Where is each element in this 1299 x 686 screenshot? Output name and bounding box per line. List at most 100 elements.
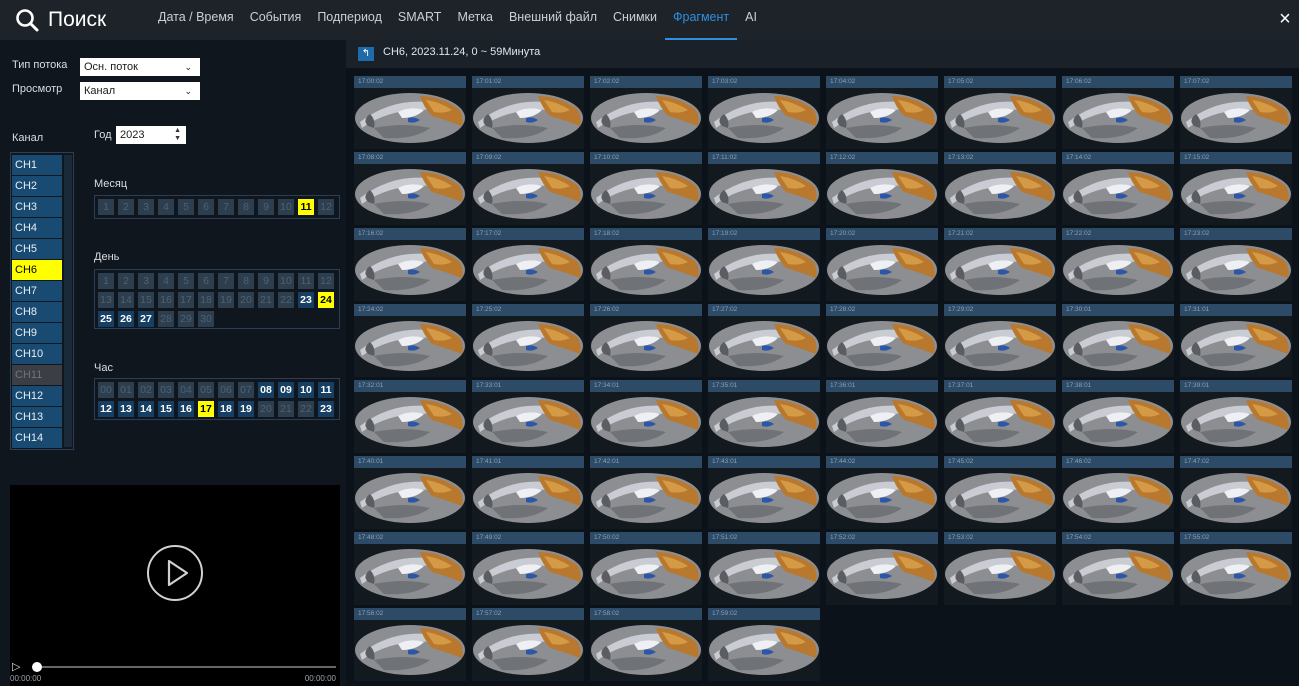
channel-item[interactable]: CH3 xyxy=(12,197,62,217)
channel-item[interactable]: CH9 xyxy=(12,323,62,343)
thumbnail-tile[interactable]: 17:27:02 xyxy=(708,304,820,377)
tab-0[interactable]: Дата / Время xyxy=(150,0,242,40)
hour-cell[interactable]: 11 xyxy=(318,382,334,398)
channel-item[interactable]: CH5 xyxy=(12,239,62,259)
play-small-icon[interactable]: ▷ xyxy=(12,660,20,673)
thumbnail-tile[interactable]: 17:58:02 xyxy=(590,608,702,681)
stream-type-select[interactable]: Осн. поток ⌄ xyxy=(80,58,200,76)
day-cell[interactable]: 23 xyxy=(298,292,314,308)
thumbnail-tile[interactable]: 17:29:02 xyxy=(944,304,1056,377)
thumbnail-tile[interactable]: 17:02:02 xyxy=(590,76,702,149)
thumbnail-tile[interactable]: 17:52:02 xyxy=(826,532,938,605)
tab-8[interactable]: AI xyxy=(737,0,765,40)
day-cell[interactable]: 24 xyxy=(318,292,334,308)
channel-item[interactable]: CH12 xyxy=(12,386,62,406)
thumbnail-tile[interactable]: 17:40:01 xyxy=(354,456,466,529)
thumbnail-tile[interactable]: 17:46:02 xyxy=(1062,456,1174,529)
day-cell[interactable]: 26 xyxy=(118,311,134,327)
channel-item[interactable]: CH1 xyxy=(12,155,62,175)
progress-bar[interactable] xyxy=(32,662,336,672)
spinner-arrows-icon[interactable]: ▲ ▼ xyxy=(174,127,181,143)
day-cell[interactable]: 25 xyxy=(98,311,114,327)
thumbnail-tile[interactable]: 17:05:02 xyxy=(944,76,1056,149)
thumbnail-tile[interactable]: 17:30:01 xyxy=(1062,304,1174,377)
thumbnail-tile[interactable]: 17:01:02 xyxy=(472,76,584,149)
channel-item[interactable]: CH14 xyxy=(12,428,62,448)
channel-item[interactable]: CH10 xyxy=(12,344,62,364)
channel-item[interactable]: CH6 xyxy=(12,260,62,280)
thumbnail-tile[interactable]: 17:19:02 xyxy=(708,228,820,301)
hour-cell[interactable]: 19 xyxy=(238,401,254,417)
thumbnail-tile[interactable]: 17:20:02 xyxy=(826,228,938,301)
thumbnail-tile[interactable]: 17:03:02 xyxy=(708,76,820,149)
thumbnail-tile[interactable]: 17:11:02 xyxy=(708,152,820,225)
close-icon[interactable]: × xyxy=(1275,8,1295,30)
thumbnail-tile[interactable]: 17:59:02 xyxy=(708,608,820,681)
thumbnail-tile[interactable]: 17:44:02 xyxy=(826,456,938,529)
thumbnail-tile[interactable]: 17:47:02 xyxy=(1180,456,1292,529)
hour-cell[interactable]: 13 xyxy=(118,401,134,417)
thumbnail-tile[interactable]: 17:18:02 xyxy=(590,228,702,301)
thumbnail-tile[interactable]: 17:21:02 xyxy=(944,228,1056,301)
thumbnail-tile[interactable]: 17:16:02 xyxy=(354,228,466,301)
thumbnail-tile[interactable]: 17:38:01 xyxy=(1062,380,1174,453)
thumbnail-tile[interactable]: 17:12:02 xyxy=(826,152,938,225)
progress-knob[interactable] xyxy=(32,662,42,672)
thumbnail-tile[interactable]: 17:34:01 xyxy=(590,380,702,453)
thumbnail-tile[interactable]: 17:33:01 xyxy=(472,380,584,453)
hour-cell[interactable]: 14 xyxy=(138,401,154,417)
thumbnail-tile[interactable]: 17:50:02 xyxy=(590,532,702,605)
hour-cell[interactable]: 18 xyxy=(218,401,234,417)
hour-cell[interactable]: 16 xyxy=(178,401,194,417)
thumbnail-tile[interactable]: 17:32:01 xyxy=(354,380,466,453)
thumbnail-tile[interactable]: 17:17:02 xyxy=(472,228,584,301)
tab-6[interactable]: Снимки xyxy=(605,0,665,40)
view-select[interactable]: Канал ⌄ xyxy=(80,82,200,100)
thumbnail-tile[interactable]: 17:45:02 xyxy=(944,456,1056,529)
thumbnail-tile[interactable]: 17:13:02 xyxy=(944,152,1056,225)
thumbnail-tile[interactable]: 17:41:01 xyxy=(472,456,584,529)
thumbnail-tile[interactable]: 17:07:02 xyxy=(1180,76,1292,149)
thumbnail-tile[interactable]: 17:36:01 xyxy=(826,380,938,453)
thumbnail-tile[interactable]: 17:10:02 xyxy=(590,152,702,225)
tab-5[interactable]: Внешний файл xyxy=(501,0,605,40)
hour-cell[interactable]: 10 xyxy=(298,382,314,398)
thumbnail-tile[interactable]: 17:54:02 xyxy=(1062,532,1174,605)
tab-7[interactable]: Фрагмент xyxy=(665,0,738,40)
thumbnail-tile[interactable]: 17:31:01 xyxy=(1180,304,1292,377)
tab-2[interactable]: Подпериод xyxy=(309,0,390,40)
year-spinner[interactable]: 2023 ▲ ▼ xyxy=(116,126,186,144)
channel-list-scrollbar[interactable] xyxy=(64,155,72,447)
thumbnail-tile[interactable]: 17:53:02 xyxy=(944,532,1056,605)
thumbnail-tile[interactable]: 17:09:02 xyxy=(472,152,584,225)
thumbnail-tile[interactable]: 17:39:01 xyxy=(1180,380,1292,453)
thumbnail-tile[interactable]: 17:00:02 xyxy=(354,76,466,149)
thumbnail-tile[interactable]: 17:55:02 xyxy=(1180,532,1292,605)
thumbnail-tile[interactable]: 17:06:02 xyxy=(1062,76,1174,149)
thumbnail-tile[interactable]: 17:42:01 xyxy=(590,456,702,529)
channel-item[interactable]: CH4 xyxy=(12,218,62,238)
hour-cell[interactable]: 12 xyxy=(98,401,114,417)
tab-1[interactable]: События xyxy=(242,0,310,40)
thumbnail-tile[interactable]: 17:23:02 xyxy=(1180,228,1292,301)
back-arrow-icon[interactable]: ↰ xyxy=(358,47,374,61)
thumbnail-tile[interactable]: 17:04:02 xyxy=(826,76,938,149)
thumbnail-tile[interactable]: 17:51:02 xyxy=(708,532,820,605)
hour-cell[interactable]: 15 xyxy=(158,401,174,417)
channel-item[interactable]: CH13 xyxy=(12,407,62,427)
thumbnail-tile[interactable]: 17:22:02 xyxy=(1062,228,1174,301)
tab-3[interactable]: SMART xyxy=(390,0,450,40)
tab-4[interactable]: Метка xyxy=(449,0,501,40)
thumbnail-tile[interactable]: 17:57:02 xyxy=(472,608,584,681)
thumbnail-tile[interactable]: 17:14:02 xyxy=(1062,152,1174,225)
thumbnail-tile[interactable]: 17:15:02 xyxy=(1180,152,1292,225)
thumbnail-tile[interactable]: 17:43:01 xyxy=(708,456,820,529)
thumbnail-tile[interactable]: 17:35:01 xyxy=(708,380,820,453)
thumbnail-tile[interactable]: 17:56:02 xyxy=(354,608,466,681)
thumbnail-tile[interactable]: 17:28:02 xyxy=(826,304,938,377)
month-cell[interactable]: 11 xyxy=(298,199,314,215)
channel-item[interactable]: CH2 xyxy=(12,176,62,196)
channel-item[interactable]: CH7 xyxy=(12,281,62,301)
play-button[interactable] xyxy=(147,545,203,601)
hour-cell[interactable]: 17 xyxy=(198,401,214,417)
